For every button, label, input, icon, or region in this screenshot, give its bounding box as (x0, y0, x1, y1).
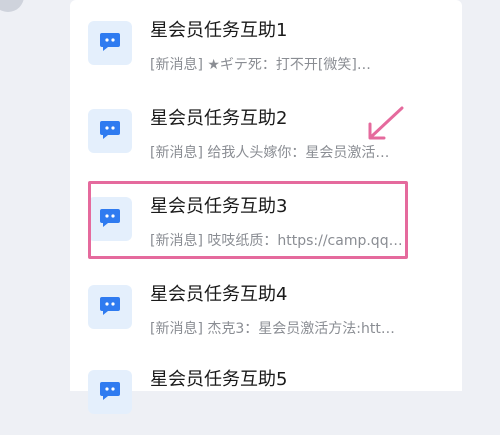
chat-list-item[interactable]: 星会员任务互助5 (70, 349, 462, 435)
chat-preview: [新消息] 给我人头嫁你：星会员激活… (150, 145, 390, 161)
chat-title: 星会员任务互助2 (150, 108, 288, 129)
group-chat-icon (88, 109, 132, 153)
chat-bubble-icon (100, 382, 120, 400)
annotation-arrow-icon (368, 106, 404, 140)
right-margin (462, 0, 500, 391)
chat-bubble-icon (100, 297, 120, 315)
chat-preview: [新消息] ★ギテ死：打不开[微笑]… (150, 57, 371, 73)
chat-title: 星会员任务互助5 (150, 369, 288, 390)
chat-title: 星会员任务互助4 (150, 284, 288, 305)
chat-bubble-icon (100, 33, 120, 51)
group-chat-icon (88, 21, 132, 65)
avatar[interactable] (0, 0, 24, 12)
highlight-box (88, 181, 408, 259)
chat-preview: [新消息] 杰克3：星会员激活方法:htt… (150, 321, 395, 337)
left-margin (0, 0, 70, 391)
group-chat-icon (88, 370, 132, 414)
group-chat-icon (88, 285, 132, 329)
chat-list-item[interactable]: 星会员任务互助4 [新消息] 杰克3：星会员激活方法:htt… (70, 264, 462, 350)
chat-title: 星会员任务互助1 (150, 20, 288, 41)
chat-list-item[interactable]: 星会员任务互助1 [新消息] ★ギテ死：打不开[微笑]… (70, 0, 462, 86)
chat-bubble-icon (100, 121, 120, 139)
